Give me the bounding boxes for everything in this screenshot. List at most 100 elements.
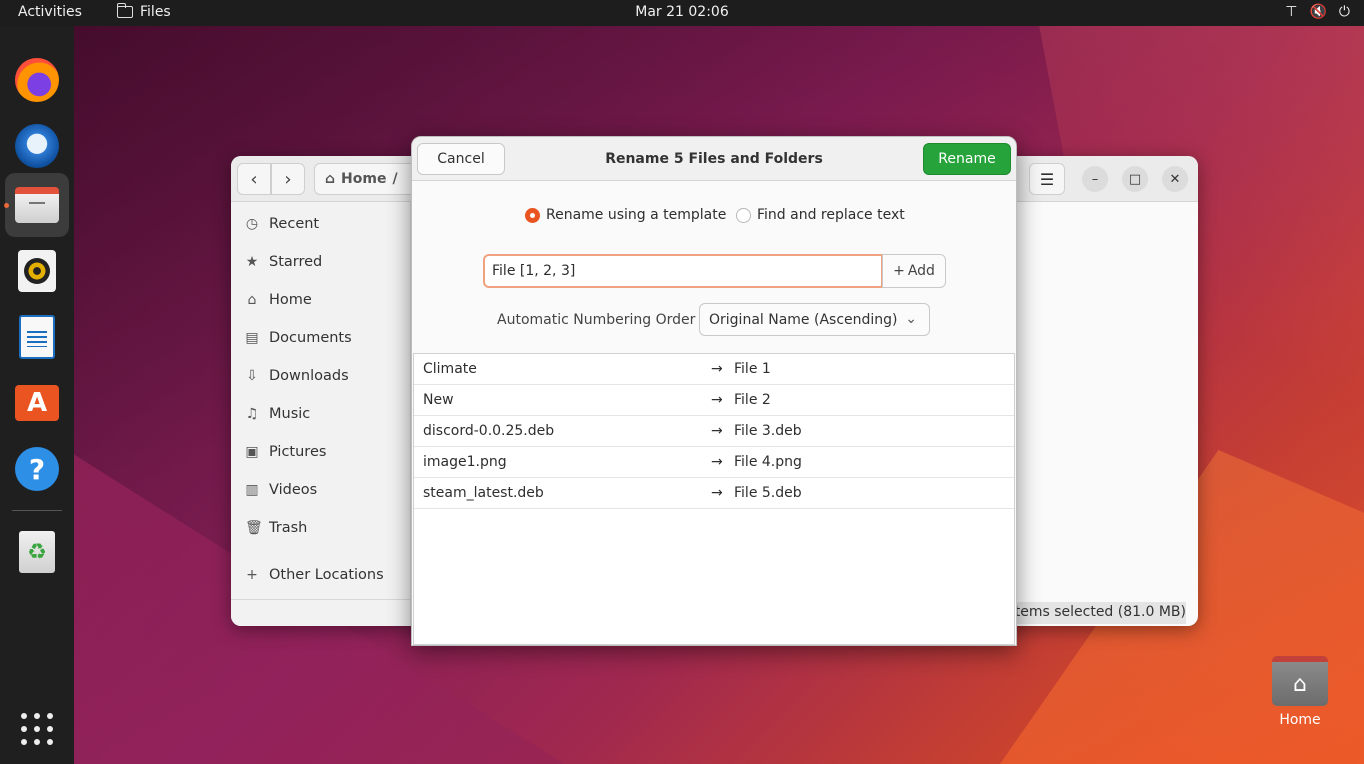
clock-container: Mar 21 02:06 bbox=[0, 4, 1364, 20]
path-separator: / bbox=[392, 171, 398, 187]
document-icon: ▤ bbox=[245, 330, 259, 346]
numbering-order-value: Original Name (Ascending) bbox=[709, 311, 898, 328]
new-name: File 3.deb bbox=[734, 423, 802, 439]
desktop-home-folder[interactable]: ⌂ Home bbox=[1266, 656, 1334, 728]
sidebar-item-home[interactable]: ⌂ Home bbox=[245, 292, 312, 308]
show-apps-icon[interactable] bbox=[21, 713, 53, 745]
folder-icon bbox=[116, 3, 133, 18]
numbering-order-label: Automatic Numbering Order bbox=[497, 312, 696, 328]
sidebar-item-other-locations[interactable]: + Other Locations bbox=[245, 567, 384, 583]
minimize-icon[interactable]: – bbox=[1082, 166, 1108, 192]
list-item: Climate → File 1 bbox=[414, 354, 1014, 385]
software-store-icon: A bbox=[15, 385, 59, 421]
home-icon: ⌂ bbox=[325, 171, 336, 187]
rename-dialog: Cancel Rename 5 Files and Folders Rename… bbox=[411, 136, 1017, 646]
original-name: steam_latest.deb bbox=[423, 485, 544, 501]
sidebar-item-label: Documents bbox=[269, 330, 352, 346]
writer-icon bbox=[19, 315, 55, 359]
original-name: discord-0.0.25.deb bbox=[423, 423, 555, 439]
firefox-icon bbox=[15, 58, 59, 102]
sidebar-item-label: Recent bbox=[269, 216, 320, 232]
new-name: File 2 bbox=[734, 392, 771, 408]
forward-button[interactable]: › bbox=[271, 163, 305, 195]
power-icon[interactable]: ⏻ bbox=[1339, 4, 1350, 20]
activities-button[interactable]: Activities bbox=[18, 4, 82, 20]
dock: A ? ♻ bbox=[0, 26, 74, 764]
star-icon: ★ bbox=[245, 254, 259, 270]
radio-selected-icon bbox=[525, 207, 540, 223]
template-input[interactable] bbox=[483, 254, 883, 288]
new-name: File 4.png bbox=[734, 454, 802, 470]
sidebar-divider bbox=[231, 599, 411, 600]
clock[interactable]: Mar 21 02:06 bbox=[635, 4, 728, 20]
system-tray[interactable]: ⊤ 🔇 ⏻ bbox=[1285, 4, 1350, 20]
numbering-order-select[interactable]: Original Name (Ascending) ⌄ bbox=[699, 303, 930, 336]
sidebar-item-downloads[interactable]: ⇩ Downloads bbox=[245, 368, 349, 384]
sidebar-item-label: Music bbox=[269, 406, 311, 422]
radio-rename-template[interactable]: Rename using a template bbox=[525, 207, 726, 223]
rename-preview-list: Climate → File 1 New → File 2 discord-0.… bbox=[413, 353, 1015, 645]
sidebar-item-recent[interactable]: ◷ Recent bbox=[245, 216, 319, 232]
radio-label: Find and replace text bbox=[757, 207, 905, 223]
sidebar-item-documents[interactable]: ▤ Documents bbox=[245, 330, 352, 346]
files-icon bbox=[15, 187, 59, 223]
dock-software[interactable]: A bbox=[5, 371, 69, 435]
picture-icon: ▣ bbox=[245, 444, 259, 460]
sidebar-item-label: Home bbox=[269, 292, 312, 308]
sidebar-item-label: Downloads bbox=[269, 368, 349, 384]
dialog-title: Rename 5 Files and Folders bbox=[605, 151, 823, 167]
add-label: Add bbox=[907, 263, 935, 279]
home-folder-icon: ⌂ bbox=[1272, 656, 1328, 706]
download-icon: ⇩ bbox=[246, 368, 258, 384]
arrow-right-icon: → bbox=[711, 485, 723, 501]
trash-icon: ♻ bbox=[19, 531, 55, 573]
trash-icon: 🗑 bbox=[245, 520, 263, 536]
close-icon[interactable]: ✕ bbox=[1162, 166, 1188, 192]
dock-trash[interactable]: ♻ bbox=[5, 520, 69, 584]
arrow-right-icon: → bbox=[711, 454, 723, 470]
home-icon: ⌂ bbox=[247, 292, 257, 308]
original-name: Climate bbox=[423, 361, 477, 377]
back-button[interactable]: ‹ bbox=[237, 163, 271, 195]
new-name: File 1 bbox=[734, 361, 771, 377]
hamburger-menu-icon[interactable]: ☰ bbox=[1029, 163, 1065, 195]
sidebar-item-pictures[interactable]: ▣ Pictures bbox=[245, 444, 326, 460]
dock-files[interactable] bbox=[5, 173, 69, 237]
volume-muted-icon[interactable]: 🔇 bbox=[1309, 4, 1326, 20]
desktop-home-label: Home bbox=[1279, 712, 1321, 728]
sidebar-item-videos[interactable]: ▥ Videos bbox=[245, 482, 317, 498]
path-home[interactable]: Home bbox=[341, 171, 386, 187]
clock-icon: ◷ bbox=[245, 216, 259, 232]
dock-thunderbird[interactable] bbox=[5, 114, 69, 178]
sidebar-item-music[interactable]: ♫ Music bbox=[245, 406, 311, 422]
original-name: image1.png bbox=[423, 454, 507, 470]
arrow-right-icon: → bbox=[711, 423, 723, 439]
plus-icon: + bbox=[893, 263, 905, 279]
sidebar-item-starred[interactable]: ★ Starred bbox=[245, 254, 323, 270]
sidebar-item-trash[interactable]: 🗑 Trash bbox=[245, 520, 307, 536]
rename-button[interactable]: Rename bbox=[923, 143, 1011, 175]
places-sidebar: ◷ Recent ★ Starred ⌂ Home ▤ Documents ⇩ … bbox=[231, 202, 411, 626]
dock-writer[interactable] bbox=[5, 305, 69, 369]
radio-find-replace[interactable]: Find and replace text bbox=[736, 207, 905, 223]
sidebar-item-label: Videos bbox=[269, 482, 318, 498]
dock-rhythmbox[interactable] bbox=[5, 239, 69, 303]
network-icon[interactable]: ⊤ bbox=[1285, 4, 1297, 20]
app-menu[interactable]: Files bbox=[116, 3, 171, 20]
plus-icon: + bbox=[246, 567, 258, 583]
cancel-button[interactable]: Cancel bbox=[417, 143, 505, 175]
add-button[interactable]: + Add bbox=[882, 254, 946, 288]
list-item: image1.png → File 4.png bbox=[414, 447, 1014, 478]
app-menu-label: Files bbox=[140, 4, 171, 20]
chevron-down-icon: ⌄ bbox=[905, 311, 917, 327]
maximize-icon[interactable]: □ bbox=[1122, 166, 1148, 192]
sidebar-item-label: Trash bbox=[269, 520, 308, 536]
arrow-right-icon: → bbox=[711, 392, 723, 408]
dock-help[interactable]: ? bbox=[5, 437, 69, 501]
top-bar: Activities Files Mar 21 02:06 ⊤ 🔇 ⏻ bbox=[0, 0, 1364, 26]
thunderbird-icon bbox=[15, 124, 59, 168]
sidebar-item-label: Starred bbox=[269, 254, 323, 270]
rhythmbox-icon bbox=[18, 250, 56, 292]
dock-firefox[interactable] bbox=[5, 48, 69, 112]
radio-label: Rename using a template bbox=[546, 207, 727, 223]
